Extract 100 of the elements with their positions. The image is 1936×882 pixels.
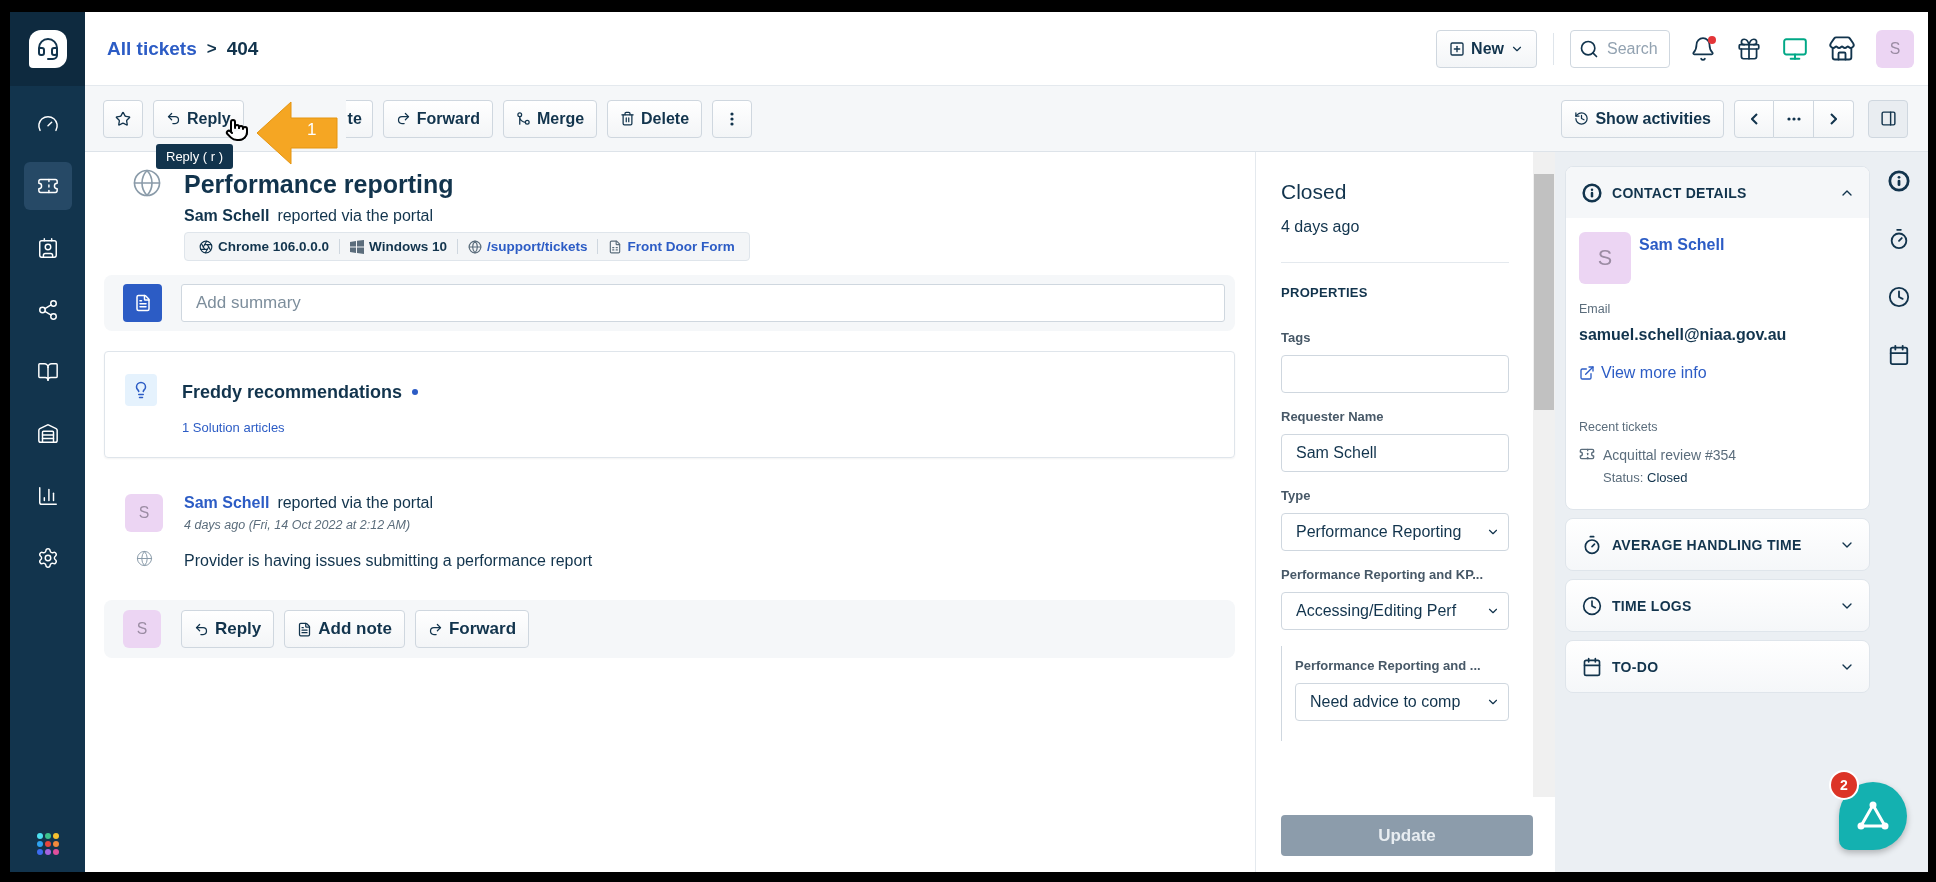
section-header[interactable]: TIME LOGS	[1566, 580, 1869, 631]
assistant-button[interactable]	[1839, 782, 1907, 850]
store-button[interactable]	[1828, 34, 1856, 63]
external-link-icon	[1579, 365, 1595, 381]
chevron-right-icon	[1830, 112, 1837, 125]
reply-icon	[194, 621, 209, 637]
lightbulb-icon	[125, 374, 157, 406]
gift-button[interactable]	[1736, 35, 1762, 62]
select-field[interactable]: Accessing/Editing Perf	[1281, 592, 1509, 630]
chart-icon	[36, 485, 59, 507]
windows-icon	[350, 239, 365, 254]
notification-badge: 2	[1829, 770, 1859, 800]
toolbar-button[interactable]: Reply	[153, 99, 244, 138]
reply-action-button[interactable]: Forward	[414, 610, 529, 648]
info-icon	[1888, 170, 1910, 192]
message-time: 4 days ago (Fri, 14 Oct 2022 at 2:12 AM)	[184, 518, 412, 532]
contact-avatar: S	[1579, 232, 1631, 284]
recent-ticket-link[interactable]: Acquittal review #354	[1603, 447, 1737, 463]
toolbar-button[interactable]: Delete	[607, 99, 703, 138]
info-icon	[1582, 182, 1602, 203]
ticket-number: 404	[226, 37, 259, 60]
field-label: Type	[1281, 488, 1312, 503]
search-icon	[1579, 38, 1599, 59]
notification-button[interactable]	[1690, 35, 1716, 62]
contact-email: samuel.schell@niaa.gov.au	[1579, 326, 1787, 344]
field-label: Requester Name	[1281, 409, 1385, 424]
user-avatar: S	[123, 610, 161, 648]
globe-icon	[467, 239, 482, 254]
book-icon	[36, 361, 59, 383]
ticket-status: Closed	[1281, 180, 1348, 204]
reply-action-button[interactable]: Add note	[284, 610, 405, 648]
field-label: Performance Reporting and ...	[1295, 658, 1482, 673]
meta-item: Windows 10	[339, 239, 457, 254]
globe-icon	[135, 550, 153, 567]
summary-field[interactable]: Add summary	[181, 284, 1225, 322]
forward-icon	[395, 111, 411, 126]
calendar-button[interactable]	[1888, 344, 1910, 366]
plus-icon	[1449, 40, 1466, 57]
timer-icon	[1582, 534, 1602, 555]
show-activities-button[interactable]: Show activities	[1561, 99, 1724, 138]
toolbar-button[interactable]: Forward	[382, 99, 493, 138]
triangle-nodes-icon	[1856, 801, 1890, 831]
building-icon	[36, 423, 59, 445]
select-field[interactable]: Performance Reporting	[1281, 513, 1509, 551]
annotation-number: 1	[307, 120, 317, 140]
field-label: Recent tickets	[1579, 420, 1658, 434]
note-icon	[297, 621, 313, 637]
reply-action-button[interactable]: Reply	[181, 610, 275, 648]
breadcrumb-link[interactable]: All tickets	[107, 37, 197, 60]
trash-icon	[620, 111, 636, 126]
card-title: Freddy recommendations	[182, 378, 1214, 406]
solution-link[interactable]: 1 Solution articles	[182, 420, 285, 435]
source-text: reported via the portal	[277, 207, 434, 225]
apps-icon[interactable]	[35, 832, 60, 856]
source-text: reported via the portal	[277, 494, 434, 512]
ticket-icon	[1579, 446, 1595, 462]
star-icon	[115, 110, 131, 127]
contact-header[interactable]: CONTACT DETAILS	[1566, 167, 1869, 218]
settings-icon	[36, 547, 59, 569]
globe-icon	[132, 168, 162, 198]
field-label: Tags	[1281, 330, 1312, 345]
breadcrumb-separator: >	[206, 38, 217, 59]
network-icon	[36, 299, 59, 321]
toolbar-button[interactable]: te	[345, 99, 373, 138]
scrollbar-thumb[interactable]	[1534, 174, 1554, 410]
more-icon	[1786, 116, 1801, 121]
contact-icon	[36, 237, 59, 259]
star-button[interactable]	[103, 99, 143, 138]
summary-icon	[123, 284, 162, 322]
meta-link[interactable]: Front Door Form	[597, 239, 745, 254]
form-icon	[608, 239, 623, 254]
app-logo	[28, 30, 67, 68]
new-button[interactable]: New	[1436, 29, 1537, 68]
input-field[interactable]: Sam Schell	[1281, 434, 1509, 472]
timer-icon	[1888, 228, 1910, 250]
calendar-icon	[1888, 344, 1910, 366]
select-field[interactable]: Need advice to comp	[1295, 683, 1509, 721]
sidebar-item[interactable]	[23, 162, 72, 210]
store-icon	[1828, 34, 1856, 63]
reply-icon	[166, 111, 181, 126]
contact-name[interactable]: Sam Schell	[1639, 236, 1725, 254]
tooltip: Reply ( r )	[156, 143, 234, 169]
monitor-button[interactable]	[1782, 35, 1808, 62]
timer-button[interactable]	[1888, 228, 1910, 250]
history-icon	[1574, 111, 1590, 126]
info-button[interactable]	[1888, 170, 1910, 192]
view-more-link[interactable]: View more info	[1579, 364, 1707, 382]
panel-toggle-button[interactable]	[1868, 99, 1908, 138]
field-label: Performance Reporting and KP...	[1281, 567, 1485, 582]
chevron-left-icon	[1750, 112, 1758, 125]
merge-icon	[515, 111, 531, 126]
ticket-title: Performance reporting	[184, 170, 455, 199]
search-field[interactable]: Search	[1570, 29, 1670, 68]
calendar-icon	[1582, 656, 1602, 677]
meta-link[interactable]: /support/tickets	[456, 239, 598, 254]
input-field[interactable]	[1281, 355, 1509, 393]
author-link[interactable]: Sam Schell	[184, 494, 270, 512]
toolbar-button[interactable]: Merge	[502, 99, 598, 138]
panel-icon	[1879, 110, 1897, 127]
monitor-icon	[1782, 35, 1808, 62]
